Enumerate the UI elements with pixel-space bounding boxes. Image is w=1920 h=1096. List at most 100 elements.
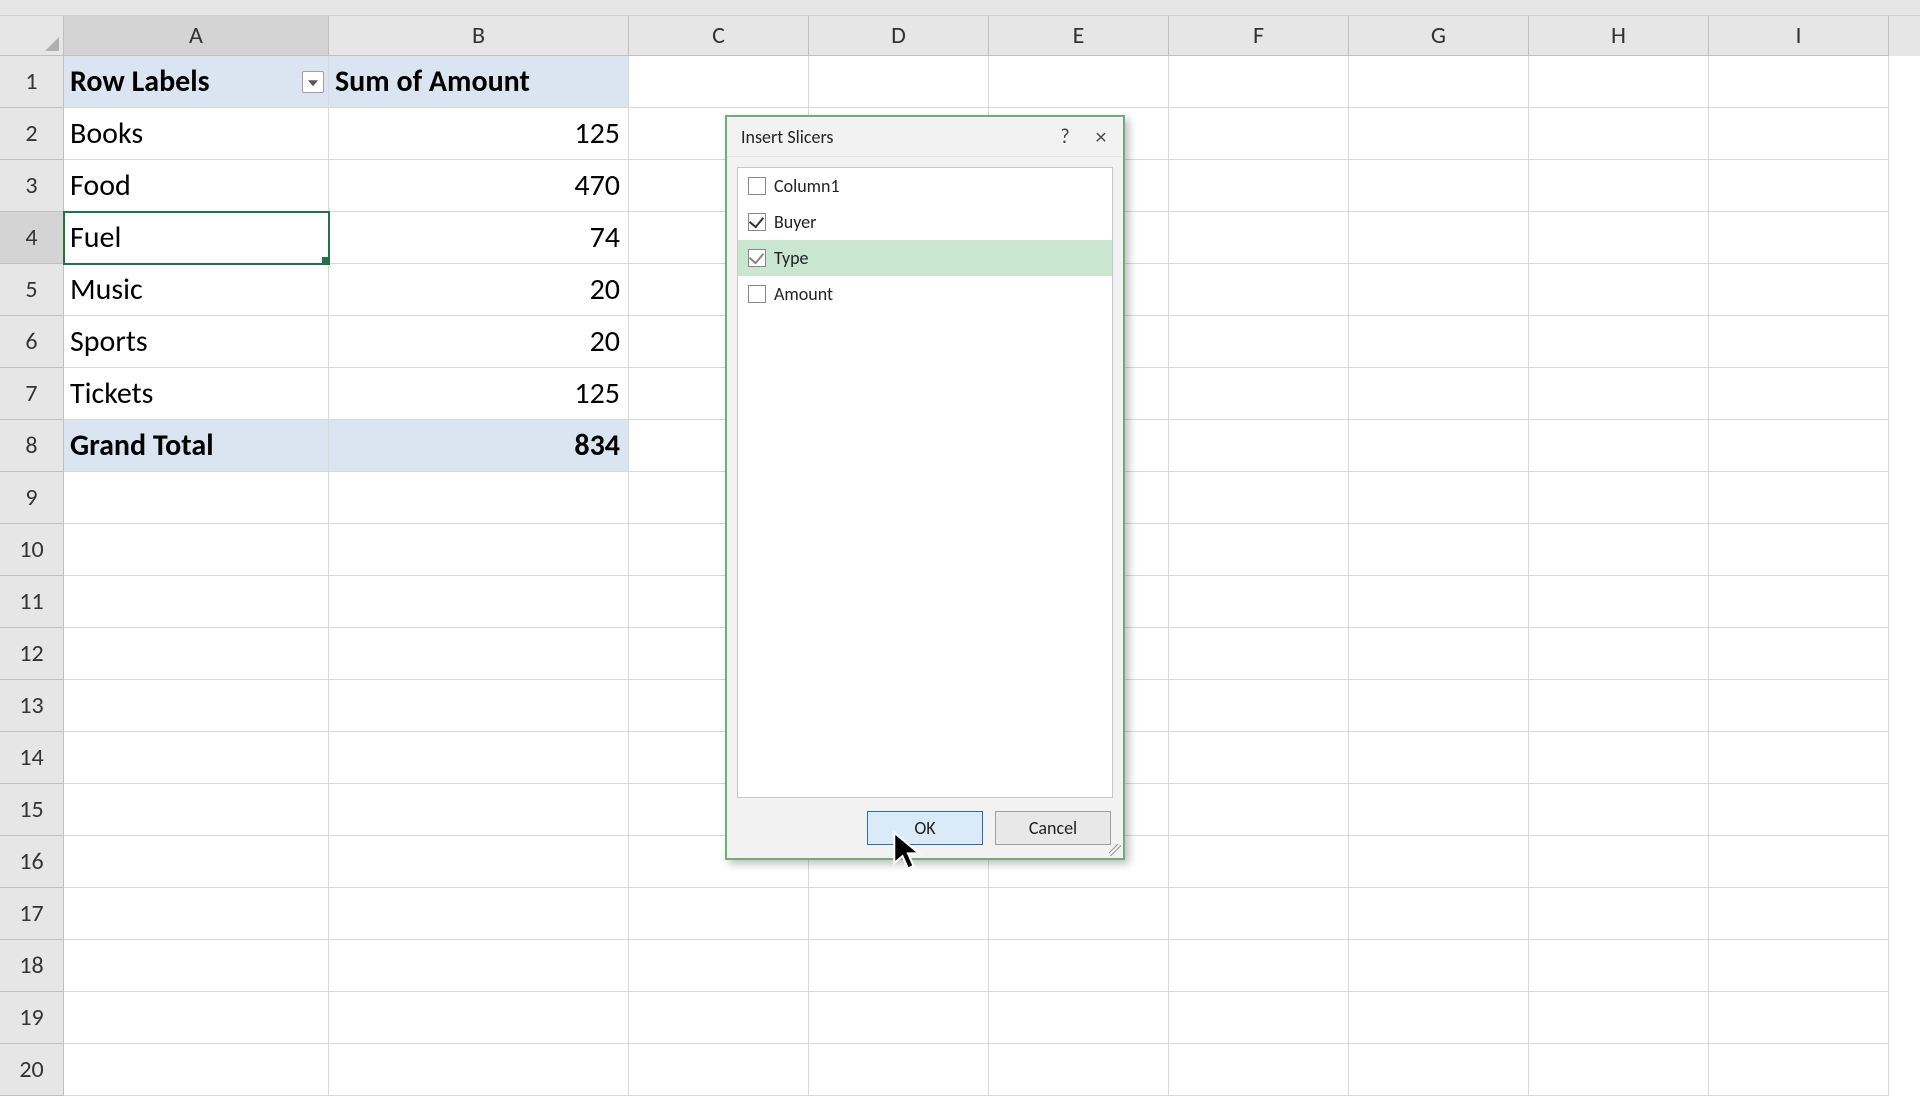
cell-B18[interactable] <box>329 940 629 992</box>
cell-G2[interactable] <box>1349 108 1529 160</box>
cell-G19[interactable] <box>1349 992 1529 1044</box>
cell-H12[interactable] <box>1529 628 1709 680</box>
select-all-corner[interactable] <box>0 16 64 56</box>
cell-B6[interactable]: 20 <box>329 316 629 368</box>
cell-A14[interactable] <box>64 732 329 784</box>
cell-E20[interactable] <box>989 1044 1169 1096</box>
cell-B5[interactable]: 20 <box>329 264 629 316</box>
cell-B12[interactable] <box>329 628 629 680</box>
cell-B19[interactable] <box>329 992 629 1044</box>
column-header-H[interactable]: H <box>1529 16 1709 56</box>
cell-I6[interactable] <box>1709 316 1889 368</box>
cell-E19[interactable] <box>989 992 1169 1044</box>
cell-F8[interactable] <box>1169 420 1349 472</box>
cell-B11[interactable] <box>329 576 629 628</box>
cell-H9[interactable] <box>1529 472 1709 524</box>
cell-I2[interactable] <box>1709 108 1889 160</box>
cell-A4[interactable]: Fuel <box>64 212 329 264</box>
cell-F2[interactable] <box>1169 108 1349 160</box>
cell-F13[interactable] <box>1169 680 1349 732</box>
row-header-11[interactable]: 11 <box>0 576 64 628</box>
column-header-I[interactable]: I <box>1709 16 1889 56</box>
cell-I19[interactable] <box>1709 992 1889 1044</box>
cell-F16[interactable] <box>1169 836 1349 888</box>
cell-C20[interactable] <box>629 1044 809 1096</box>
row-header-13[interactable]: 13 <box>0 680 64 732</box>
cell-I14[interactable] <box>1709 732 1889 784</box>
cell-B1[interactable]: Sum of Amount <box>329 56 629 108</box>
row-header-5[interactable]: 5 <box>0 264 64 316</box>
row-header-2[interactable]: 2 <box>0 108 64 160</box>
row-header-8[interactable]: 8 <box>0 420 64 472</box>
cell-H11[interactable] <box>1529 576 1709 628</box>
row-header-16[interactable]: 16 <box>0 836 64 888</box>
cell-A3[interactable]: Food <box>64 160 329 212</box>
cell-I7[interactable] <box>1709 368 1889 420</box>
cell-G12[interactable] <box>1349 628 1529 680</box>
cell-H18[interactable] <box>1529 940 1709 992</box>
cell-C17[interactable] <box>629 888 809 940</box>
cell-G5[interactable] <box>1349 264 1529 316</box>
help-button[interactable]: ? <box>1047 121 1083 153</box>
cell-G9[interactable] <box>1349 472 1529 524</box>
close-button[interactable]: × <box>1083 121 1119 153</box>
cell-I10[interactable] <box>1709 524 1889 576</box>
row-header-12[interactable]: 12 <box>0 628 64 680</box>
cell-A2[interactable]: Books <box>64 108 329 160</box>
row-header-18[interactable]: 18 <box>0 940 64 992</box>
cell-H7[interactable] <box>1529 368 1709 420</box>
cell-F15[interactable] <box>1169 784 1349 836</box>
cell-B3[interactable]: 470 <box>329 160 629 212</box>
cell-F12[interactable] <box>1169 628 1349 680</box>
cell-H14[interactable] <box>1529 732 1709 784</box>
cell-I5[interactable] <box>1709 264 1889 316</box>
checkbox-buyer[interactable] <box>748 213 766 231</box>
cell-H6[interactable] <box>1529 316 1709 368</box>
cell-G1[interactable] <box>1349 56 1529 108</box>
cell-A15[interactable] <box>64 784 329 836</box>
cell-G11[interactable] <box>1349 576 1529 628</box>
cell-B2[interactable]: 125 <box>329 108 629 160</box>
cell-A13[interactable] <box>64 680 329 732</box>
cell-H5[interactable] <box>1529 264 1709 316</box>
cell-C19[interactable] <box>629 992 809 1044</box>
cell-F9[interactable] <box>1169 472 1349 524</box>
cell-A16[interactable] <box>64 836 329 888</box>
cell-F5[interactable] <box>1169 264 1349 316</box>
slicer-field-amount[interactable]: Amount <box>738 276 1112 312</box>
slicer-field-type[interactable]: Type <box>738 240 1112 276</box>
cell-A17[interactable] <box>64 888 329 940</box>
cell-A7[interactable]: Tickets <box>64 368 329 420</box>
cell-A1[interactable]: Row Labels <box>64 56 329 108</box>
column-header-C[interactable]: C <box>629 16 809 56</box>
cell-G17[interactable] <box>1349 888 1529 940</box>
cell-D17[interactable] <box>809 888 989 940</box>
row-header-6[interactable]: 6 <box>0 316 64 368</box>
cell-I18[interactable] <box>1709 940 1889 992</box>
cell-F14[interactable] <box>1169 732 1349 784</box>
cell-F1[interactable] <box>1169 56 1349 108</box>
row-header-10[interactable]: 10 <box>0 524 64 576</box>
cell-A9[interactable] <box>64 472 329 524</box>
cell-B16[interactable] <box>329 836 629 888</box>
cell-F17[interactable] <box>1169 888 1349 940</box>
cell-I13[interactable] <box>1709 680 1889 732</box>
row-header-17[interactable]: 17 <box>0 888 64 940</box>
cell-H19[interactable] <box>1529 992 1709 1044</box>
cell-H2[interactable] <box>1529 108 1709 160</box>
cell-A12[interactable] <box>64 628 329 680</box>
cell-B14[interactable] <box>329 732 629 784</box>
cell-B8[interactable]: 834 <box>329 420 629 472</box>
row-header-1[interactable]: 1 <box>0 56 64 108</box>
cell-A18[interactable] <box>64 940 329 992</box>
cell-G16[interactable] <box>1349 836 1529 888</box>
row-header-7[interactable]: 7 <box>0 368 64 420</box>
cell-F19[interactable] <box>1169 992 1349 1044</box>
cell-F6[interactable] <box>1169 316 1349 368</box>
cell-B9[interactable] <box>329 472 629 524</box>
cell-G13[interactable] <box>1349 680 1529 732</box>
cell-C1[interactable] <box>629 56 809 108</box>
cell-H13[interactable] <box>1529 680 1709 732</box>
cell-D1[interactable] <box>809 56 989 108</box>
cell-I15[interactable] <box>1709 784 1889 836</box>
